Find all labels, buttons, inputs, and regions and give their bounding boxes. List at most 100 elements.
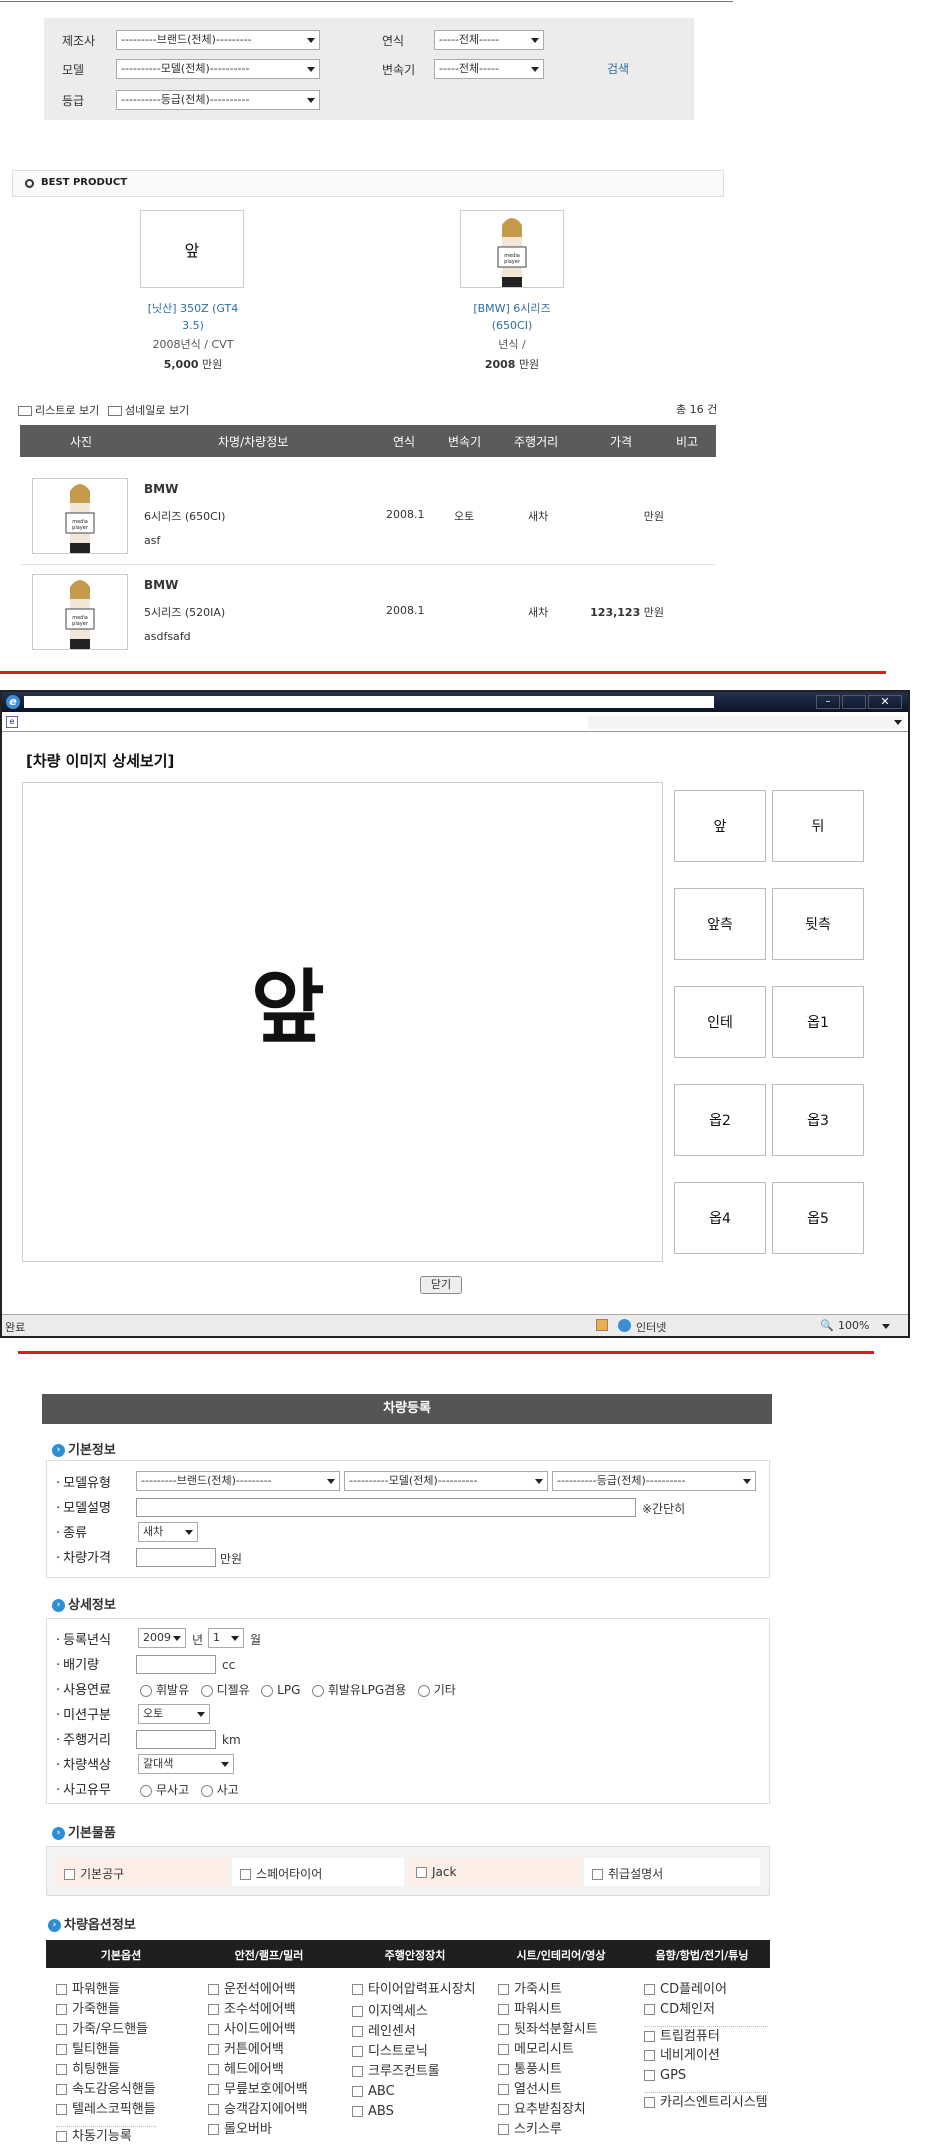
option-item[interactable]: 승객감지에어백 <box>208 2100 308 2120</box>
option-item[interactable]: 롤오버바 <box>208 2120 308 2140</box>
trans-select[interactable]: -----전체----- <box>434 59 544 79</box>
search-button[interactable]: 검색 <box>607 60 629 77</box>
option-item[interactable]: 스키스루 <box>498 2120 598 2140</box>
model-select[interactable]: ----------모델(전체)---------- <box>116 59 320 79</box>
displacement-label: 배기량 <box>56 1654 99 1673</box>
reg-model-select[interactable]: ----------모델(전체)---------- <box>344 1471 548 1491</box>
option-item[interactable]: 메모리시트 <box>498 2040 598 2060</box>
option-item[interactable]: 파워핸들 <box>56 1980 156 2000</box>
option-item[interactable]: 뒷좌석분할시트 <box>498 2020 598 2040</box>
price-input[interactable] <box>136 1548 216 1567</box>
option-item[interactable]: 가죽/우드핸들 <box>56 2020 156 2040</box>
option-item[interactable]: 무릎보호에어백 <box>208 2080 308 2100</box>
year-select[interactable]: -----전체----- <box>434 30 544 50</box>
close-window-button[interactable]: ✕ <box>868 695 902 709</box>
option-item[interactable]: 가죽핸들 <box>56 2000 156 2020</box>
thumb-view-toggle[interactable]: 섬네일로 보기 <box>108 402 189 418</box>
option-item[interactable]: 틸티핸들 <box>56 2040 156 2060</box>
row-1-brand[interactable]: BMW <box>144 482 178 496</box>
mission-select[interactable]: 오토 <box>138 1704 210 1724</box>
accident-none[interactable]: 무사고 <box>140 1783 189 1797</box>
option-label: 승객감지에어백 <box>224 2102 308 2117</box>
accident-yes[interactable]: 사고 <box>200 1783 239 1797</box>
option-item[interactable]: ABS <box>352 2102 476 2122</box>
option-item[interactable]: 트립컴퓨터 <box>644 2026 768 2046</box>
maximize-button[interactable] <box>842 695 866 709</box>
option-item[interactable]: 크루즈컨트롤 <box>352 2062 476 2082</box>
option-item[interactable]: 요추받침장치 <box>498 2100 598 2120</box>
option-item[interactable]: CD플레이어 <box>644 1980 768 2000</box>
best-thumb-2[interactable]: media player <box>460 210 564 288</box>
row-2-price-num: 123,123 <box>590 606 641 619</box>
best-item-2-name[interactable]: [BMW] 6시리즈 (650CI) <box>460 300 564 334</box>
option-item[interactable]: 통풍시트 <box>498 2060 598 2080</box>
fuel-hybrid[interactable]: 휘발유LPG겸용 <box>311 1683 406 1697</box>
tile-option-3[interactable]: 옵3 <box>772 1084 864 1156</box>
fuel-lpg[interactable]: LPG <box>261 1683 300 1697</box>
year-select-reg[interactable]: 2009 <box>138 1628 186 1648</box>
goods-item-2[interactable]: 스페어타이어 <box>232 1858 404 1886</box>
goods-item-3[interactable]: Jack <box>408 1858 580 1886</box>
option-item[interactable]: ABC <box>352 2082 476 2102</box>
goods-item-1[interactable]: 기본공구 <box>56 1858 228 1886</box>
option-item[interactable]: 차동기능록 <box>56 2126 156 2146</box>
option-item[interactable]: 타이어압력표시장치 <box>352 1980 476 2000</box>
fuel-other[interactable]: 기타 <box>417 1683 456 1697</box>
option-item[interactable]: 사이드에어백 <box>208 2020 308 2040</box>
row-2-brand[interactable]: BMW <box>144 578 178 592</box>
tile-front-side[interactable]: 앞측 <box>674 888 766 960</box>
option-col-1: 파워핸들 가죽핸들 가죽/우드핸들 틸티핸들 히팅핸들 속도감응식핸들 텔레스코… <box>56 1980 156 2146</box>
tile-front[interactable]: 앞 <box>674 790 766 862</box>
option-item[interactable]: 히팅핸들 <box>56 2060 156 2080</box>
color-select[interactable]: 갈대색 <box>138 1754 234 1774</box>
kind-select[interactable]: 새차 <box>138 1522 198 1542</box>
zoom-arrow-icon[interactable] <box>882 1324 890 1329</box>
best-thumb-1[interactable]: 앞 <box>140 210 244 288</box>
option-item[interactable]: 운전석에어백 <box>208 1980 308 2000</box>
option-item[interactable]: 레인센서 <box>352 2022 476 2042</box>
fuel-diesel[interactable]: 디젤유 <box>200 1683 250 1697</box>
option-item[interactable]: 가죽시트 <box>498 1980 598 2000</box>
tile-option-5[interactable]: 옵5 <box>772 1182 864 1254</box>
address-bar[interactable]: e <box>2 714 908 732</box>
option-item[interactable]: 조수석에어백 <box>208 2000 308 2020</box>
zoom-level[interactable]: 100% <box>838 1319 869 1332</box>
fuel-other-label: 기타 <box>433 1683 456 1697</box>
option-item[interactable]: 커튼에어백 <box>208 2040 308 2060</box>
maker-select[interactable]: ---------브랜드(전체)--------- <box>116 30 320 50</box>
displacement-input[interactable] <box>136 1655 216 1674</box>
minimize-button[interactable]: – <box>816 695 840 709</box>
option-item[interactable]: 열선시트 <box>498 2080 598 2100</box>
month-select[interactable]: 1 <box>208 1628 244 1648</box>
option-item[interactable]: 파워시트 <box>498 2000 598 2020</box>
option-item[interactable]: GPS <box>644 2066 768 2086</box>
model-desc-input[interactable] <box>136 1498 636 1517</box>
list-view-toggle[interactable]: 리스트로 보기 <box>18 402 99 418</box>
option-item[interactable]: 이지엑세스 <box>352 2002 476 2022</box>
tile-interior[interactable]: 인테 <box>674 986 766 1058</box>
option-item[interactable]: 헤드에어백 <box>208 2060 308 2080</box>
option-item[interactable]: 속도감응식핸들 <box>56 2080 156 2100</box>
grade-select[interactable]: ----------등급(전체)---------- <box>116 90 320 110</box>
row-2-thumb[interactable]: media player <box>32 574 128 650</box>
checkbox-icon <box>56 1984 67 1995</box>
tile-rear-side[interactable]: 뒷측 <box>772 888 864 960</box>
goods-item-4[interactable]: 취급설명서 <box>584 1858 760 1886</box>
tile-option-1[interactable]: 옵1 <box>772 986 864 1058</box>
tile-option-4[interactable]: 옵4 <box>674 1182 766 1254</box>
close-popup-button[interactable]: 닫기 <box>420 1276 462 1294</box>
tile-option-2[interactable]: 옵2 <box>674 1084 766 1156</box>
row-1-thumb[interactable]: media player <box>32 478 128 554</box>
option-item[interactable]: 네비게이션 <box>644 2046 768 2066</box>
reg-grade-select[interactable]: ----------등급(전체)---------- <box>552 1471 756 1491</box>
fuel-gasoline[interactable]: 휘발유 <box>140 1683 189 1697</box>
option-item[interactable]: CD체인저 <box>644 2000 768 2020</box>
option-item[interactable]: 텔레스코픽핸들 <box>56 2100 156 2120</box>
option-item[interactable]: 카리스엔트리시스템 <box>644 2092 768 2112</box>
tile-back[interactable]: 뒤 <box>772 790 864 862</box>
mileage-input[interactable] <box>136 1730 216 1749</box>
address-dropdown[interactable] <box>588 716 904 729</box>
option-item[interactable]: 디스트로닉 <box>352 2042 476 2062</box>
reg-brand-select[interactable]: ---------브랜드(전체)--------- <box>136 1471 340 1491</box>
best-item-1-name[interactable]: [닛산] 350Z (GT4 3.5) <box>138 300 248 334</box>
